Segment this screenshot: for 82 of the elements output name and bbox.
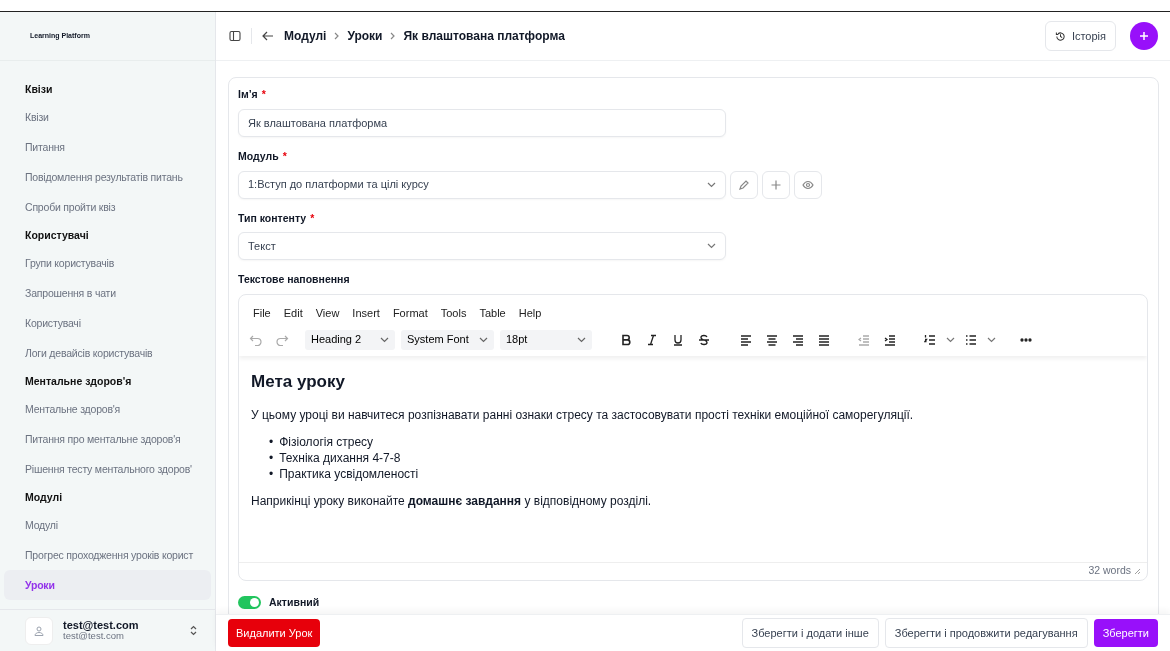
bullet-marker: • (269, 465, 274, 482)
caret-icon (380, 336, 389, 343)
select-field[interactable]: Текст (238, 232, 726, 261)
sidebar-item[interactable]: Квізи (4, 102, 211, 132)
required-asterisk: * (310, 210, 315, 226)
add-button[interactable] (1130, 22, 1158, 50)
chevron-updown-icon[interactable] (190, 625, 197, 636)
user-avatar-icon (25, 616, 53, 645)
back-arrow-icon[interactable] (262, 31, 274, 41)
breadcrumb-current: Як влаштована платформа (403, 28, 565, 45)
content-paragraph: У цьому уроці ви навчитеся розпізнавати ранні ознаки стресу та застосовувати прості техніки емоційної саморегуляції. (251, 406, 915, 424)
sidebar-item[interactable]: Модулі (4, 510, 211, 540)
history-icon (1054, 30, 1066, 42)
chevron-right-icon (334, 32, 340, 40)
nav-group-title: Модулі (24, 490, 64, 505)
sidebar-item[interactable]: Прогрес проходження уроків корист (4, 540, 211, 570)
nav-group-title: Ментальне здоров'я (24, 374, 133, 389)
nav-group-title: Квізи (24, 82, 54, 97)
caret-icon (707, 243, 716, 250)
field-label: Тип контенту (238, 210, 307, 226)
history-button[interactable]: Історія (1044, 20, 1116, 52)
bullet-marker: • (269, 433, 274, 450)
text-input-field[interactable]: Як влаштована платформа (238, 108, 726, 137)
content-heading: Мета уроку (251, 371, 346, 392)
sidebar-item[interactable]: Рішення тесту ментального здоров' (4, 454, 211, 484)
sidebar-item[interactable]: Спроби пройти квіз (4, 192, 211, 222)
caret-icon (707, 181, 716, 188)
field-label: Ім’я (238, 87, 258, 102)
word-count: 32 words (1088, 563, 1131, 579)
required-asterisk: * (261, 87, 266, 102)
menu-item[interactable]: File (253, 305, 271, 322)
menu-item[interactable]: Tools (440, 305, 467, 322)
list-item: Техніка дихання 4-7-8 (279, 449, 401, 466)
save-option-button[interactable]: Зберегти і додати інше (741, 617, 879, 649)
plus-icon (1139, 31, 1149, 41)
user-email: test@test.com (63, 618, 140, 632)
delete-button[interactable]: Видалити Урок (228, 618, 321, 648)
field-label: Модуль (238, 148, 279, 164)
select-field[interactable]: 1:Вступ до платформи та цілі курсу (238, 170, 726, 199)
font-family-dropdown[interactable]: System Font (401, 329, 494, 350)
content-paragraph: Наприкінці уроку виконайте домашнє завдання у відповідному розділі. (251, 492, 653, 510)
sidebar-item[interactable]: Ментальне здоров'я (4, 394, 211, 424)
nav-group-title: Користувачі (24, 228, 90, 243)
menu-item[interactable]: Edit (283, 305, 303, 322)
save-option-button[interactable]: Зберегти і продовжити редагування (884, 617, 1088, 649)
add-icon (770, 178, 782, 191)
view-button[interactable] (794, 170, 822, 199)
menu-item[interactable]: Format (392, 305, 428, 322)
menu-item[interactable]: Insert (352, 305, 380, 322)
sidebar-item[interactable]: Групи користувачів (4, 248, 211, 278)
edit-icon (738, 178, 750, 191)
sidebar-item[interactable]: Запрошення в чати (4, 278, 211, 308)
required-asterisk: * (282, 148, 287, 164)
list-item: Практика усвідомленості (279, 465, 419, 482)
sidebar-item[interactable]: Повідомлення результатів питань (4, 162, 211, 192)
user-subtitle: test@test.com (63, 631, 124, 643)
menu-item[interactable]: View (315, 305, 340, 322)
caret-icon (577, 336, 586, 343)
menu-item[interactable]: Table (479, 305, 506, 322)
chevron-right-icon (390, 32, 396, 40)
breadcrumb-link[interactable]: Модулі (284, 27, 327, 45)
active-toggle[interactable] (238, 595, 261, 609)
resize-handle-icon[interactable] (1134, 567, 1141, 575)
sidebar-item[interactable]: Питання (4, 132, 211, 162)
breadcrumb-link[interactable]: Уроки (347, 27, 383, 45)
view-icon (802, 178, 814, 191)
sidebar-item[interactable]: Логи девайсів користувачів (4, 338, 211, 368)
list-item: Фізіологія стресу (279, 433, 374, 450)
sidebar-toggle-icon[interactable] (229, 30, 241, 42)
sidebar-item[interactable]: Питання про ментальне здоров'я (4, 424, 211, 454)
font-size-dropdown[interactable]: 18pt (500, 329, 592, 350)
bullet-marker: • (269, 449, 274, 466)
caret-icon[interactable] (946, 336, 955, 343)
menu-item[interactable]: Help (518, 305, 542, 322)
caret-icon (479, 336, 488, 343)
caret-icon[interactable] (987, 336, 996, 343)
toggle-label: Активний (269, 594, 320, 610)
save-button[interactable]: Зберегти (1093, 618, 1158, 648)
field-label: Текстове наповнення (238, 272, 351, 288)
sidebar-item[interactable]: Уроки (4, 570, 211, 600)
sidebar-item[interactable]: Користувачі (4, 308, 211, 338)
block-format-dropdown[interactable]: Heading 2 (305, 329, 395, 350)
